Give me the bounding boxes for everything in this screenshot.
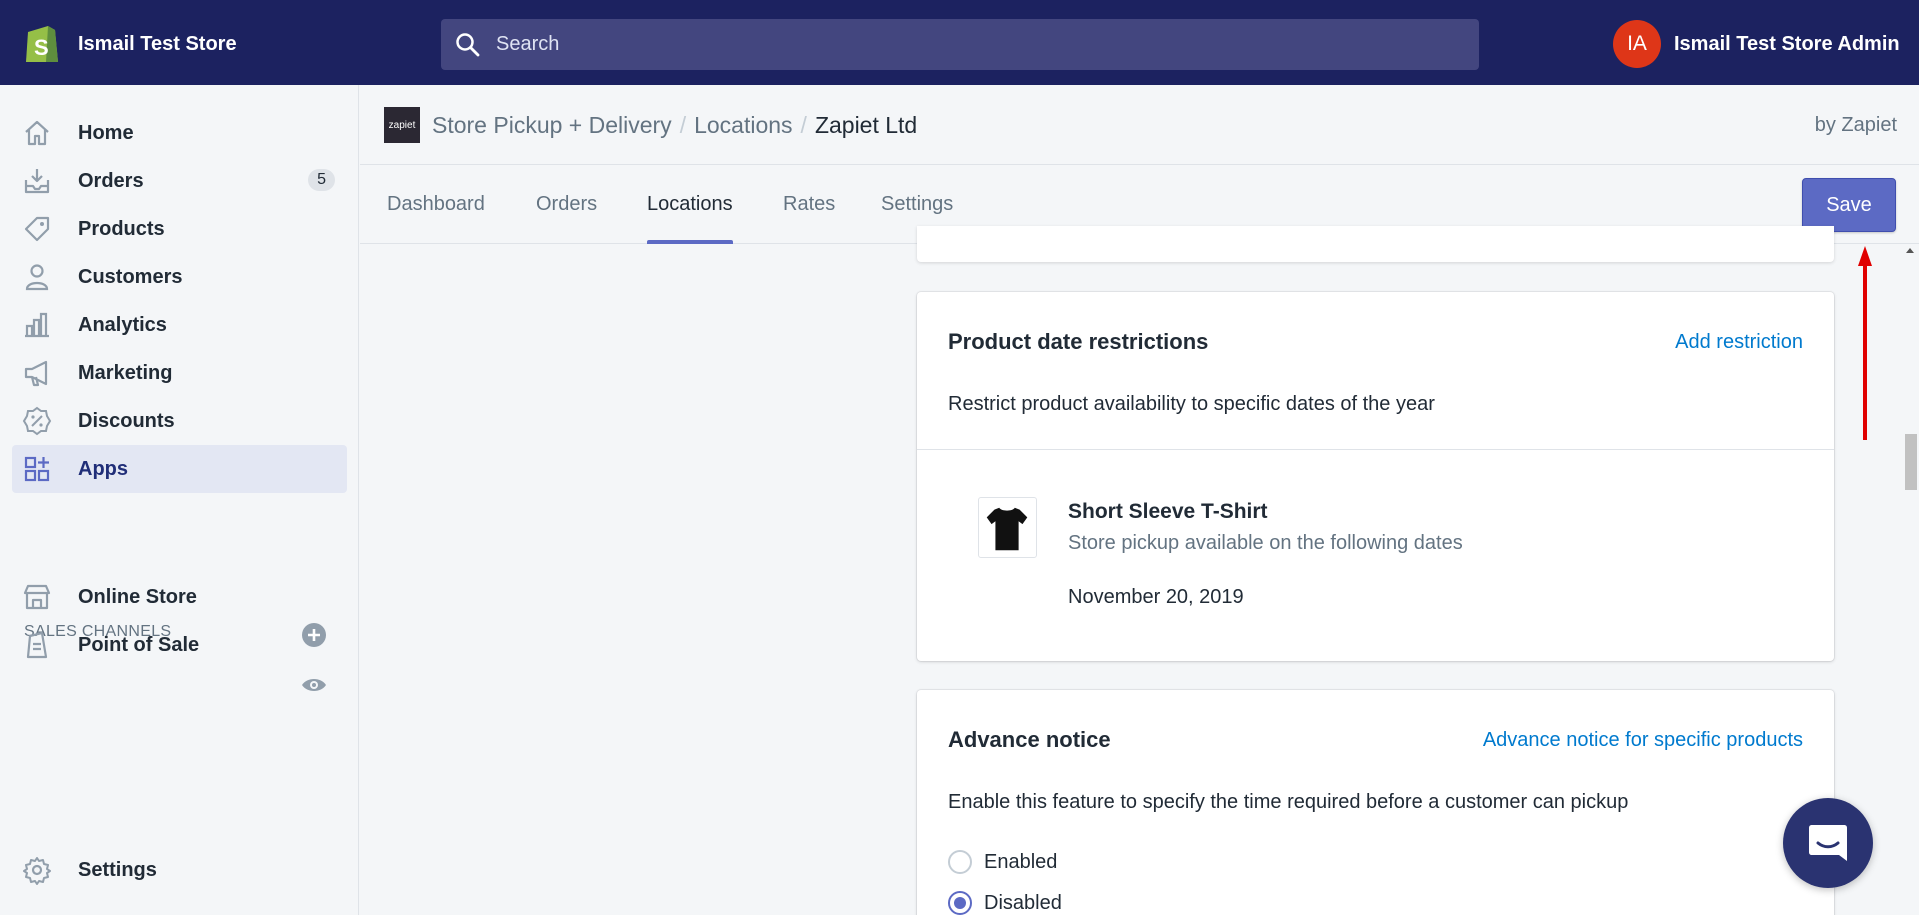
card-description: Enable this feature to specify the time … [948,791,1629,813]
sidebar-item-label: Orders [78,169,144,192]
search-input[interactable]: Search [441,19,1479,70]
app-header: zapiet Store Pickup + Delivery / Locations… [360,85,1919,165]
advance-notice-card: Advance notice Advance notice for specif… [917,690,1834,915]
gear-icon [23,857,51,885]
sidebar-item-label: Analytics [78,313,167,336]
sidebar-item-label: Marketing [78,361,173,384]
avatar[interactable]: IA [1613,20,1661,68]
eye-icon[interactable] [301,675,327,695]
sidebar-item-label: Products [78,217,165,240]
sidebar-item-online-store[interactable]: Online Store [12,573,347,621]
sidebar-item-apps[interactable]: Apps [12,445,347,493]
scrollbar[interactable] [1902,244,1919,915]
svg-text:S: S [34,35,49,60]
sidebar-item-label: Online Store [78,585,197,608]
sidebar: Home Orders 5 Products Customers Analyti… [0,85,359,915]
discount-icon [22,406,52,436]
home-icon [25,120,49,146]
sidebar-item-analytics[interactable]: Analytics [12,301,347,349]
add-restriction-link[interactable]: Add restriction [1675,331,1803,354]
admin-name[interactable]: Ismail Test Store Admin [1674,33,1900,56]
enabled-radio[interactable] [948,850,972,874]
product-name[interactable]: Short Sleeve T-Shirt [1068,500,1268,524]
zapiet-logo: zapiet [384,107,420,143]
card-divider [917,449,1834,450]
tshirt-icon [986,507,1028,551]
sidebar-item-point-of-sale[interactable]: Point of Sale [12,621,347,669]
disabled-label[interactable]: Disabled [984,892,1062,915]
developer-byline[interactable]: by Zapiet [1815,114,1897,137]
previous-card [917,226,1834,262]
annotation-arrow-icon [1858,246,1872,440]
sidebar-item-label: Home [78,121,134,144]
breadcrumb-separator: / [679,112,687,138]
sidebar-item-label: Apps [78,457,128,480]
apps-icon [24,456,50,482]
tab-rates[interactable]: Rates [783,165,835,244]
product-date-restrictions-card: Product date restrictions Add restrictio… [917,292,1834,661]
sidebar-item-label: Customers [78,265,183,288]
save-button[interactable]: Save [1802,178,1896,232]
sidebar-item-home[interactable]: Home [12,109,347,157]
top-bar: S Ismail Test Store Search IA Ismail Tes… [0,0,1919,85]
breadcrumb-app[interactable]: Store Pickup + Delivery [432,112,672,138]
sidebar-item-label: Discounts [78,409,175,432]
card-title: Advance notice [948,727,1111,752]
breadcrumb-locations[interactable]: Locations [694,112,792,138]
sidebar-item-settings[interactable]: Settings [12,846,347,894]
pos-icon [26,631,48,659]
store-name[interactable]: Ismail Test Store [78,33,237,56]
scroll-thumb[interactable] [1905,434,1917,490]
tab-orders[interactable]: Orders [536,165,597,244]
bar-chart-icon [25,312,49,338]
advance-notice-products-link[interactable]: Advance notice for specific products [1483,729,1803,752]
product-thumbnail [978,497,1037,558]
store-icon [23,584,51,610]
orders-count-badge: 5 [308,169,335,191]
tab-locations[interactable]: Locations [647,165,733,244]
sidebar-item-products[interactable]: Products [12,205,347,253]
product-date: November 20, 2019 [1068,586,1244,608]
tag-icon [24,216,50,242]
product-subtitle: Store pickup available on the following … [1068,532,1463,554]
tab-dashboard[interactable]: Dashboard [387,165,485,244]
sidebar-item-marketing[interactable]: Marketing [12,349,347,397]
sidebar-item-orders[interactable]: Orders 5 [12,157,347,205]
search-placeholder: Search [496,33,560,55]
scroll-up-arrow-icon[interactable] [1906,248,1914,253]
card-title: Product date restrictions [948,329,1209,354]
search-icon [456,32,480,56]
sidebar-item-customers[interactable]: Customers [12,253,347,301]
chat-icon [1809,825,1847,861]
shopify-logo-icon[interactable]: S [22,22,60,64]
sidebar-item-label: Point of Sale [78,633,200,656]
enabled-label[interactable]: Enabled [984,851,1057,874]
card-description: Restrict product availability to specifi… [948,393,1435,415]
megaphone-icon [24,360,48,387]
person-icon [25,264,49,291]
orders-icon [24,169,50,194]
chat-launcher-button[interactable] [1783,798,1873,888]
breadcrumb-current: Zapiet Ltd [814,112,918,138]
sidebar-item-label: Settings [78,858,157,881]
breadcrumb-separator: / [800,112,807,138]
disabled-radio[interactable] [948,891,972,915]
breadcrumb: Store Pickup + Delivery / Locations / Zapiet… [432,112,917,139]
sidebar-item-discounts[interactable]: Discounts [12,397,347,445]
